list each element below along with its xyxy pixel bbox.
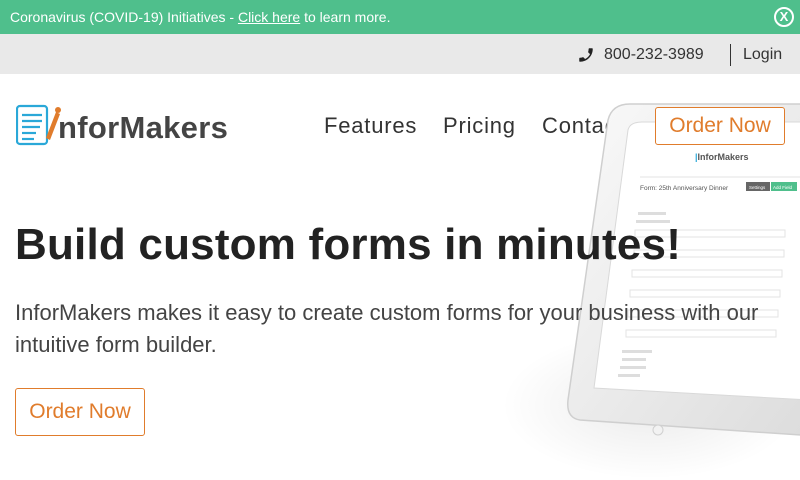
header-order-now-button[interactable]: Order Now: [655, 107, 785, 145]
divider: [730, 44, 731, 66]
hero-description: InforMakers makes it easy to create cust…: [15, 300, 759, 357]
close-icon[interactable]: X: [774, 7, 794, 27]
phone-icon: [579, 48, 593, 62]
informakers-logo[interactable]: nforMakers: [16, 104, 246, 148]
hero-order-now-button[interactable]: Order Now: [15, 388, 145, 436]
tablet-mockup: |InforMakers Form: 25th Anniversary Dinn…: [567, 103, 800, 436]
tablet-add-field-label: Add Field: [773, 185, 793, 190]
covid-banner-text: Coronavirus (COVID-19) Initiatives - Cli…: [10, 9, 390, 25]
form-document-icon: [16, 104, 61, 146]
hero-title: Build custom forms in minutes!: [15, 220, 682, 269]
nav-pricing[interactable]: Pricing: [443, 113, 516, 139]
logo-text: nforMakers: [58, 110, 229, 145]
tablet-form-title: Form: 25th Anniversary Dinner: [640, 185, 729, 192]
nav-features[interactable]: Features: [324, 113, 417, 139]
covid-banner-text-before: Coronavirus (COVID-19) Initiatives -: [10, 9, 238, 25]
covid-banner: Coronavirus (COVID-19) Initiatives - Cli…: [0, 0, 800, 34]
tablet-logo-text: |InforMakers: [695, 152, 749, 162]
phone-number[interactable]: 800-232-3989: [604, 46, 704, 64]
tablet-settings-label: Settings: [749, 185, 766, 190]
tablet-logo: InforMakers: [698, 152, 749, 162]
covid-click-here-link[interactable]: Click here: [238, 9, 300, 25]
utility-bar: 800-232-3989 Login: [0, 34, 800, 74]
login-link[interactable]: Login: [743, 46, 782, 64]
covid-banner-text-after: to learn more.: [300, 9, 391, 25]
